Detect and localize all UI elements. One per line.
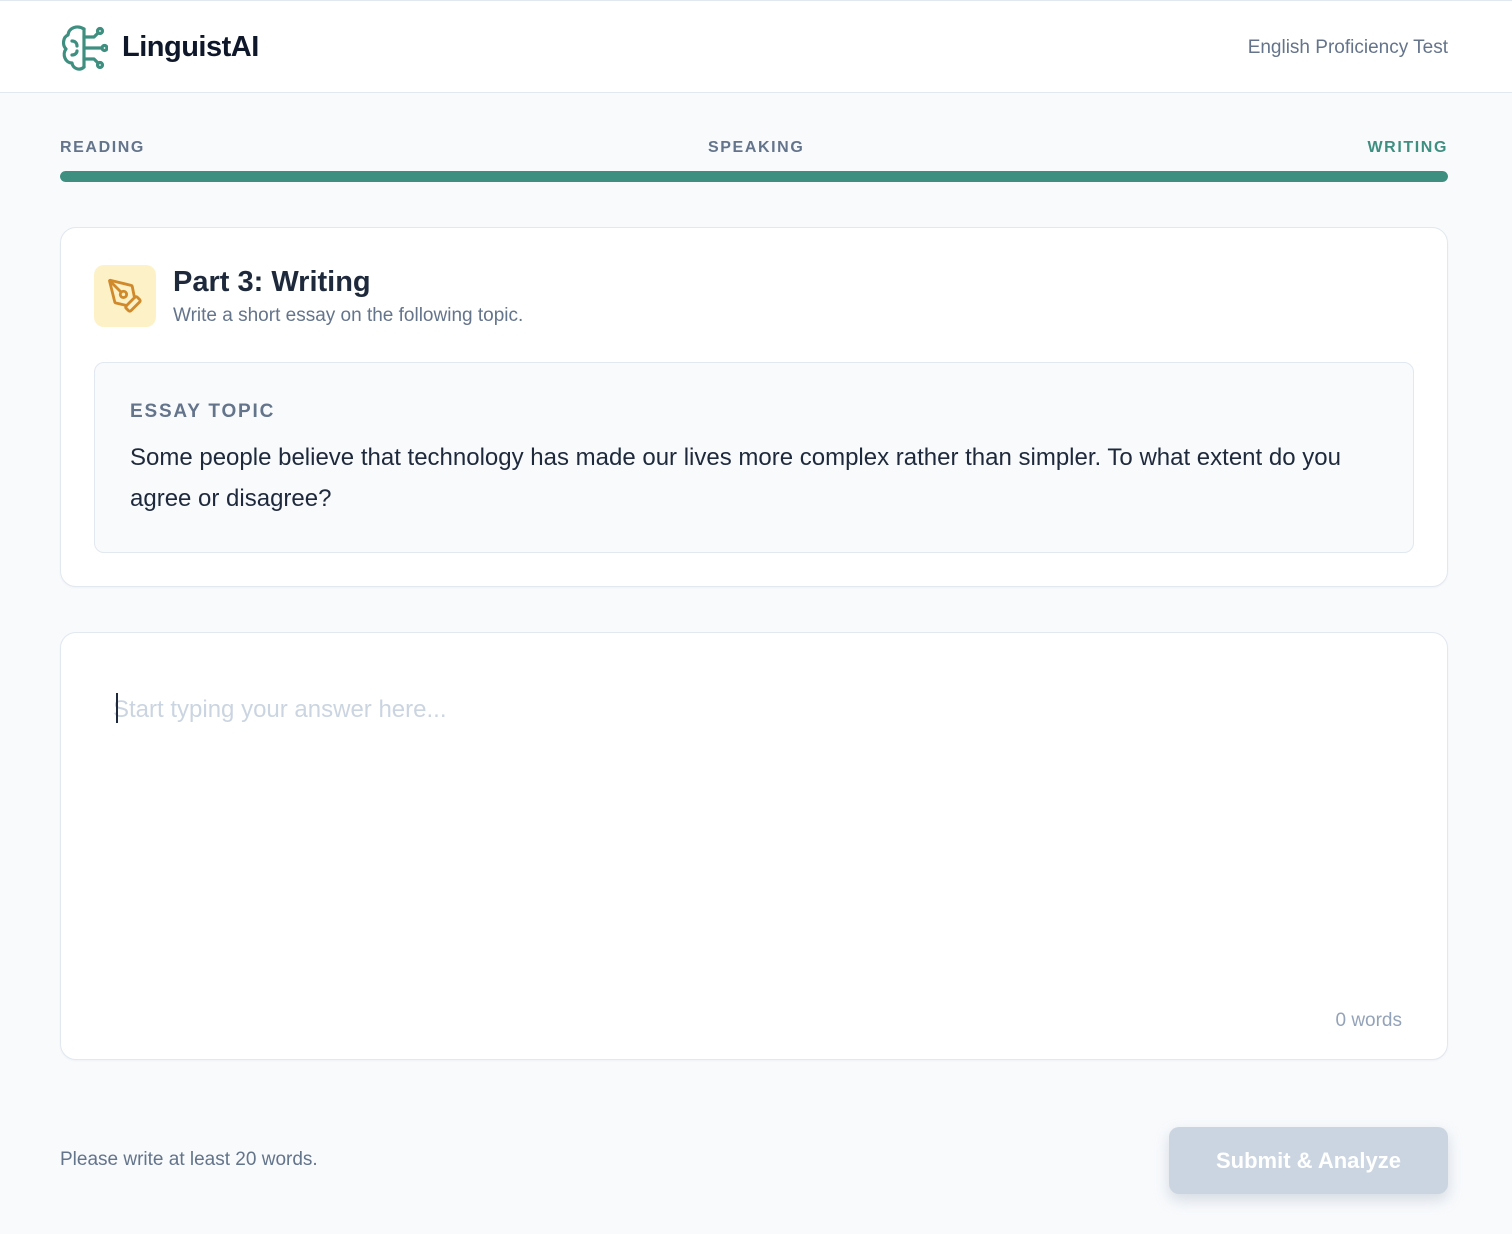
pen-tool-icon xyxy=(108,278,142,313)
section-subtitle: Write a short essay on the following top… xyxy=(173,305,524,326)
answer-card: 0 words xyxy=(60,632,1448,1060)
progress-bar xyxy=(60,171,1448,182)
app-header: LinguistAI English Proficiency Test xyxy=(0,0,1512,93)
text-caret xyxy=(116,693,118,723)
progress-fill xyxy=(60,171,1448,182)
min-words-hint: Please write at least 20 words. xyxy=(60,1149,318,1170)
brain-circuit-icon xyxy=(61,25,108,71)
section-title: Part 3: Writing xyxy=(173,266,371,298)
step-speaking: SPEAKING xyxy=(708,139,805,156)
answer-textarea[interactable] xyxy=(113,689,1397,989)
step-reading: READING xyxy=(60,139,145,156)
section-card: Part 3: Writing Write a short essay on t… xyxy=(60,227,1448,587)
step-writing: WRITING xyxy=(1367,139,1448,156)
section-icon-badge xyxy=(94,265,156,327)
essay-topic-text: Some people believe that technology has … xyxy=(130,444,1341,512)
submit-analyze-button[interactable]: Submit & Analyze xyxy=(1169,1127,1448,1194)
test-name: English Proficiency Test xyxy=(1247,37,1448,58)
essay-topic-label: ESSAY TOPIC xyxy=(130,401,276,422)
essay-topic-box: ESSAY TOPIC Some people believe that tec… xyxy=(94,362,1414,553)
brand-name: LinguistAI xyxy=(122,31,259,63)
word-count: 0 words xyxy=(1335,1010,1402,1031)
